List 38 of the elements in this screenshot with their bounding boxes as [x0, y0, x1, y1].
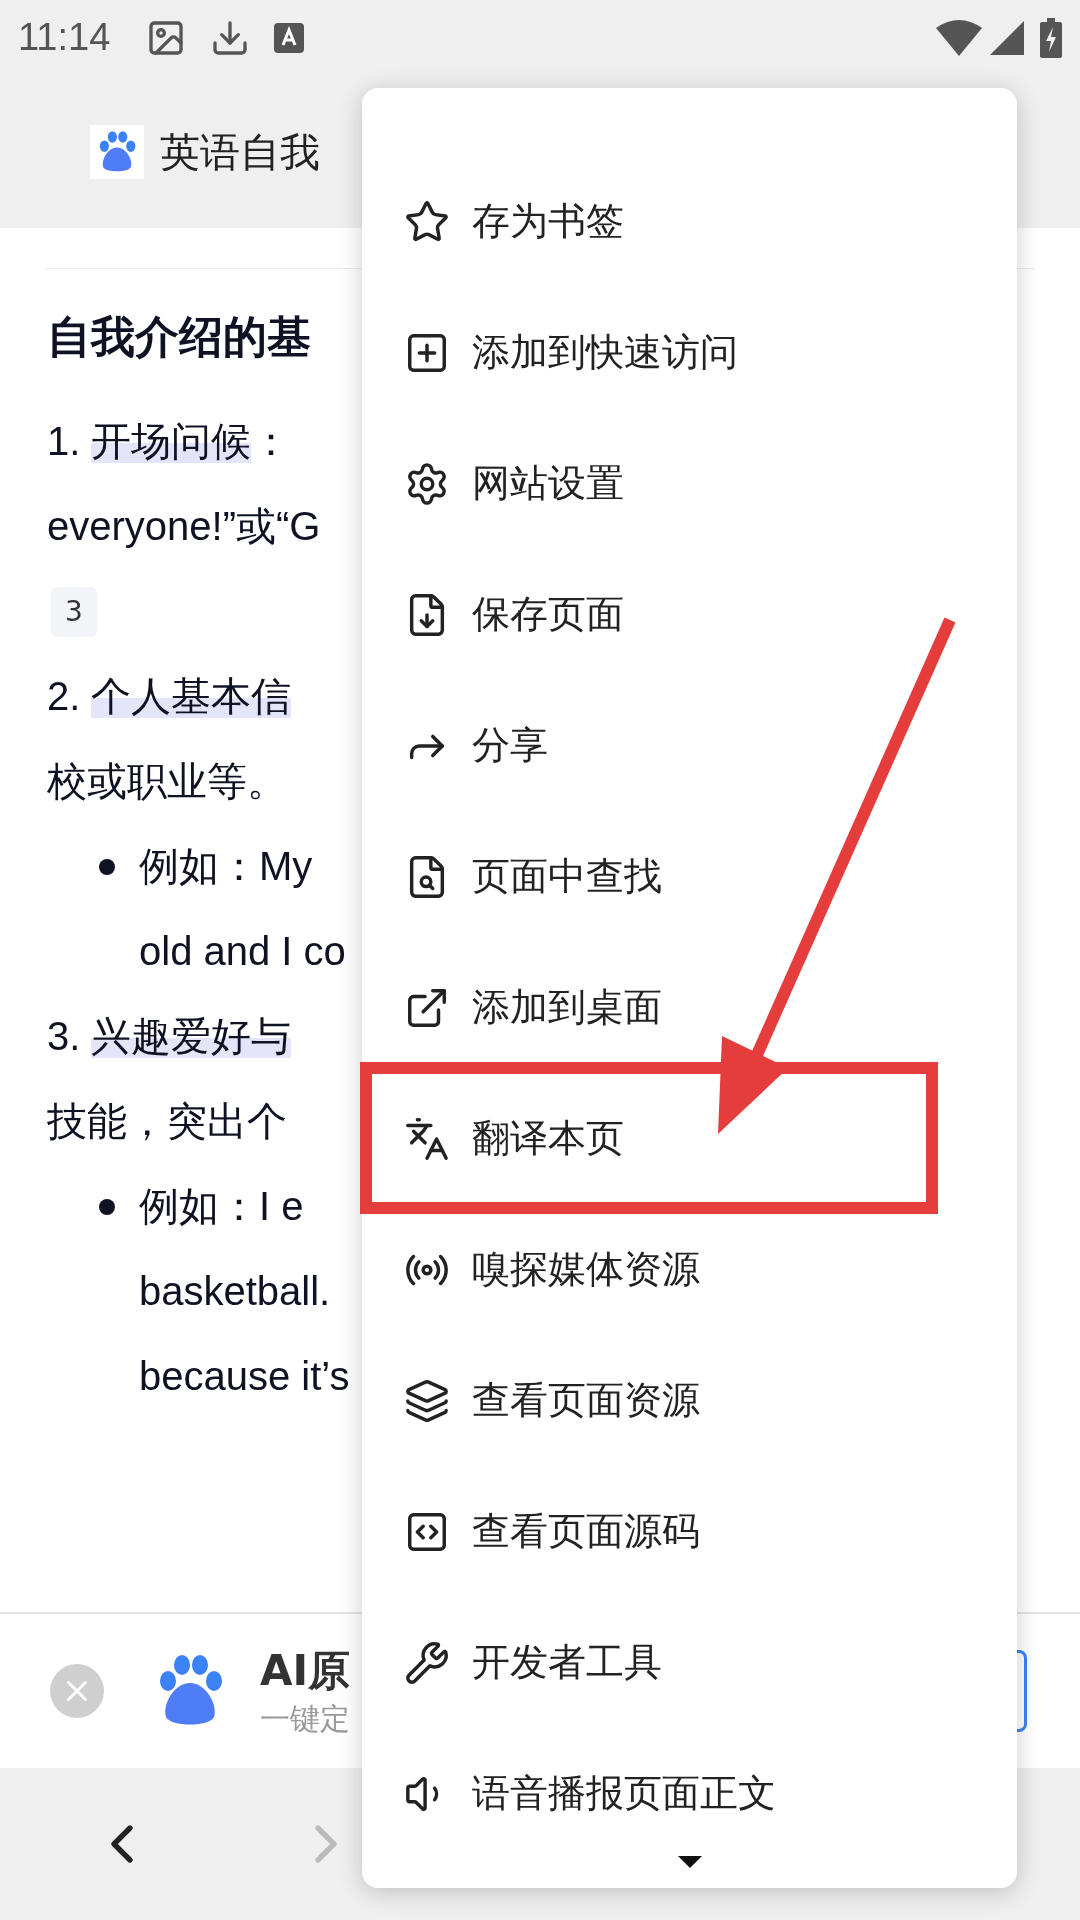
example-text: old and I co: [138, 928, 346, 975]
menu-item[interactable]: 嗅探媒体资源: [404, 1204, 700, 1335]
menu-item[interactable]: 网站设置: [404, 418, 624, 549]
menu-item[interactable]: 分享: [404, 680, 548, 811]
caret-icon[interactable]: [678, 1856, 702, 1868]
menu-item[interactable]: 存为书签: [404, 156, 624, 287]
menu-item[interactable]: 查看页面源码: [404, 1466, 700, 1597]
menu-item[interactable]: 页面中查找: [404, 811, 662, 942]
menu-item[interactable]: 查看页面资源: [404, 1335, 700, 1466]
translate-icon: [404, 1115, 450, 1162]
paragraph-text: 校或职业等。: [47, 758, 287, 805]
menu-item[interactable]: 添加到桌面: [404, 942, 662, 1073]
banner-title: AI原: [260, 1645, 351, 1697]
citation-badge[interactable]: 3: [51, 586, 97, 637]
paragraph-text: 技能，突出个: [47, 1098, 287, 1145]
example-text: 例如：My: [139, 843, 313, 890]
example-text: basketball.: [138, 1268, 331, 1315]
wifi-icon: [936, 19, 982, 56]
menu-item[interactable]: 翻译本页: [404, 1073, 624, 1204]
battery-icon: [1040, 17, 1062, 58]
section-heading: 自我介绍的基: [47, 310, 311, 364]
menu-item[interactable]: 语音播报页面正文: [404, 1728, 776, 1859]
menu-item[interactable]: 保存页面: [404, 549, 624, 680]
status-time: 11:14: [18, 15, 111, 60]
wrench-icon: [404, 1639, 450, 1686]
signal-icon: [990, 20, 1024, 55]
layers-icon: [404, 1377, 450, 1424]
banner-subtitle: 一键定: [260, 1700, 351, 1738]
bullet-icon: [99, 858, 115, 875]
numbered-point: 3. 兴趣爱好与: [47, 1013, 292, 1060]
page-title: 英语自我: [160, 127, 320, 177]
bullet-icon: [99, 1198, 115, 1215]
paragraph-text: everyone!”或“G: [47, 503, 321, 550]
menu-item[interactable]: 添加到快速访问: [404, 287, 738, 418]
menu-item[interactable]: 开发者工具: [404, 1597, 662, 1728]
example-text: because it’s: [138, 1353, 350, 1400]
example-text: 例如：I e: [139, 1183, 304, 1230]
font-box-icon: [274, 22, 305, 53]
